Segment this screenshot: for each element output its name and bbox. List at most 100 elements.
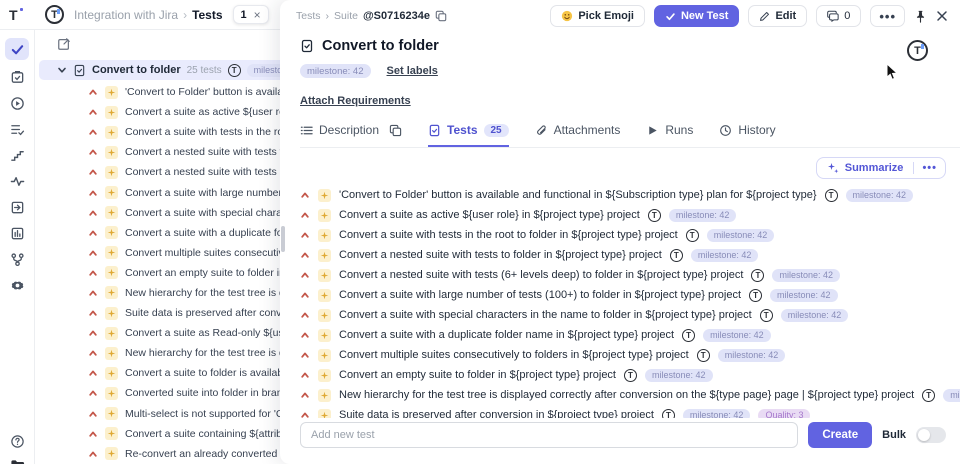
rail-chart-box-icon[interactable]: [5, 222, 29, 244]
priority-high-icon: [89, 109, 97, 115]
manual-test-icon: [105, 145, 118, 159]
test-title[interactable]: Convert a suite with a duplicate folder …: [339, 329, 674, 341]
project-logo-icon[interactable]: T: [45, 5, 64, 24]
manual-test-icon: [105, 346, 118, 360]
testomat-badge-icon: T: [759, 308, 773, 322]
suite-id[interactable]: @S0716234e: [363, 10, 430, 22]
milestone-badge[interactable]: milestone: 42: [300, 64, 371, 78]
create-button[interactable]: Create: [808, 422, 873, 448]
breadcrumb-section[interactable]: Tests: [192, 8, 222, 22]
chevron-down-icon[interactable]: [57, 65, 67, 75]
test-row[interactable]: Convert multiple suites consecutively to…: [300, 345, 946, 365]
pencil-icon: [760, 11, 770, 21]
test-title[interactable]: Convert a suite as active ${user role} i…: [339, 209, 640, 221]
rail-gear-icon[interactable]: [5, 274, 29, 296]
more-actions-button[interactable]: •••: [870, 5, 905, 27]
priority-high-icon: [89, 310, 97, 316]
rail-clipboard-icon[interactable]: [5, 66, 29, 88]
new-test-button[interactable]: New Test: [653, 5, 740, 27]
tab-attachments[interactable]: Attachments: [535, 123, 620, 147]
priority-high-icon: [89, 290, 97, 296]
comment-icon: [827, 10, 839, 22]
priority-high-icon: [89, 169, 97, 176]
priority-high-icon: [301, 252, 309, 258]
attach-requirements-link[interactable]: Attach Requirements: [300, 95, 411, 107]
test-title[interactable]: Convert a nested suite with tests to fol…: [339, 249, 662, 261]
testomat-badge-icon: T: [227, 63, 241, 77]
test-row[interactable]: Convert a suite with a duplicate folder …: [300, 325, 946, 345]
manual-test-icon: [105, 85, 118, 99]
suite-name[interactable]: Convert to folder: [92, 64, 181, 76]
drawer-breadcrumb-section[interactable]: Tests: [296, 10, 321, 22]
test-row[interactable]: Convert a suite with tests in the root t…: [300, 225, 946, 245]
milestone-badge: milestone: 42: [645, 368, 713, 382]
test-title[interactable]: Convert an empty suite to folder in ${pr…: [339, 369, 616, 381]
milestone-badge: milestone: 42: [717, 348, 786, 362]
test-row[interactable]: Convert a suite with large number of tes…: [300, 285, 946, 305]
priority-high-icon: [89, 89, 97, 95]
milestone-badge: milestone: 42: [845, 188, 914, 202]
rail-play-circle-icon[interactable]: [5, 92, 29, 114]
test-title[interactable]: 'Convert to Folder' button is available …: [339, 189, 817, 201]
edit-button[interactable]: Edit: [748, 5, 808, 27]
rail-tests-icon[interactable]: [5, 38, 29, 60]
rail-folder-icon[interactable]: [5, 454, 29, 464]
bulk-edit-icon[interactable]: [57, 37, 71, 51]
top-bar: T T Integration with Jira › Tests 1 ×: [0, 0, 280, 30]
test-row[interactable]: 'Convert to Folder' button is available …: [300, 185, 946, 205]
priority-high-icon: [301, 232, 309, 238]
manual-test-icon: [105, 206, 118, 220]
manual-test-icon: [105, 286, 118, 300]
tab-history[interactable]: History: [719, 123, 776, 147]
rail-branch-icon[interactable]: [5, 248, 29, 270]
close-drawer-icon[interactable]: [936, 10, 948, 22]
clear-selection-icon[interactable]: ×: [254, 8, 261, 22]
priority-high-icon: [89, 431, 97, 437]
test-row[interactable]: Convert a nested suite with tests to fol…: [300, 245, 946, 265]
selection-pill[interactable]: 1 ×: [232, 5, 269, 24]
tab-runs[interactable]: Runs: [646, 123, 693, 147]
manual-test-icon: [318, 308, 331, 322]
testomat-badge-icon: T: [685, 228, 699, 242]
bulk-toggle[interactable]: [916, 427, 946, 443]
priority-high-icon: [89, 330, 97, 336]
breadcrumb-project[interactable]: Integration with Jira: [74, 8, 178, 22]
test-row[interactable]: Convert a nested suite with tests (6+ le…: [300, 265, 946, 285]
set-labels-link[interactable]: Set labels: [387, 65, 438, 77]
add-test-input[interactable]: [300, 422, 799, 448]
test-title[interactable]: Convert a suite with special characters …: [339, 309, 752, 321]
priority-high-icon: [301, 192, 309, 198]
pin-icon[interactable]: [914, 10, 927, 23]
milestone-badge: milestone: 42: [690, 248, 759, 262]
rail-steps-icon[interactable]: [5, 144, 29, 166]
rail-import-box-icon[interactable]: [5, 196, 29, 218]
test-row[interactable]: Convert an empty suite to folder in ${pr…: [300, 365, 946, 385]
test-row[interactable]: Convert a suite as active ${user role} i…: [300, 205, 946, 225]
copy-id-icon[interactable]: [435, 10, 447, 22]
manual-test-icon: [318, 228, 331, 242]
test-row[interactable]: New hierarchy for the test tree is displ…: [300, 385, 960, 405]
test-title[interactable]: Convert multiple suites consecutively to…: [339, 349, 689, 361]
manual-test-icon: [105, 427, 118, 441]
summarize-more-button[interactable]: •••: [913, 162, 945, 174]
tab-description[interactable]: Description: [300, 123, 402, 147]
comments-button[interactable]: 0: [816, 5, 862, 27]
rail-list-check-icon[interactable]: [5, 118, 29, 140]
manual-test-icon: [105, 186, 118, 200]
tree-test-title: Convert a suite containing ${attributes}: [125, 427, 306, 440]
summarize-button[interactable]: Summarize: [817, 162, 914, 174]
manual-test-icon: [318, 208, 331, 222]
test-title[interactable]: Convert a suite with large number of tes…: [339, 289, 741, 301]
pick-emoji-button[interactable]: Pick Emoji: [550, 5, 645, 27]
test-title[interactable]: New hierarchy for the test tree is displ…: [339, 389, 914, 401]
copy-description-icon[interactable]: [389, 124, 402, 137]
tree-test-title: Re-convert an already converted suite: [125, 447, 303, 460]
scrollbar-thumb[interactable]: [281, 226, 285, 252]
test-title[interactable]: Convert a nested suite with tests (6+ le…: [339, 269, 743, 281]
rail-pulse-icon[interactable]: [5, 170, 29, 192]
rail-help-icon[interactable]: [5, 430, 29, 452]
test-row[interactable]: Convert a suite with special characters …: [300, 305, 946, 325]
tab-tests[interactable]: Tests 25: [428, 123, 509, 147]
check-icon: [666, 12, 675, 20]
test-title[interactable]: Convert a suite with tests in the root t…: [339, 229, 678, 241]
